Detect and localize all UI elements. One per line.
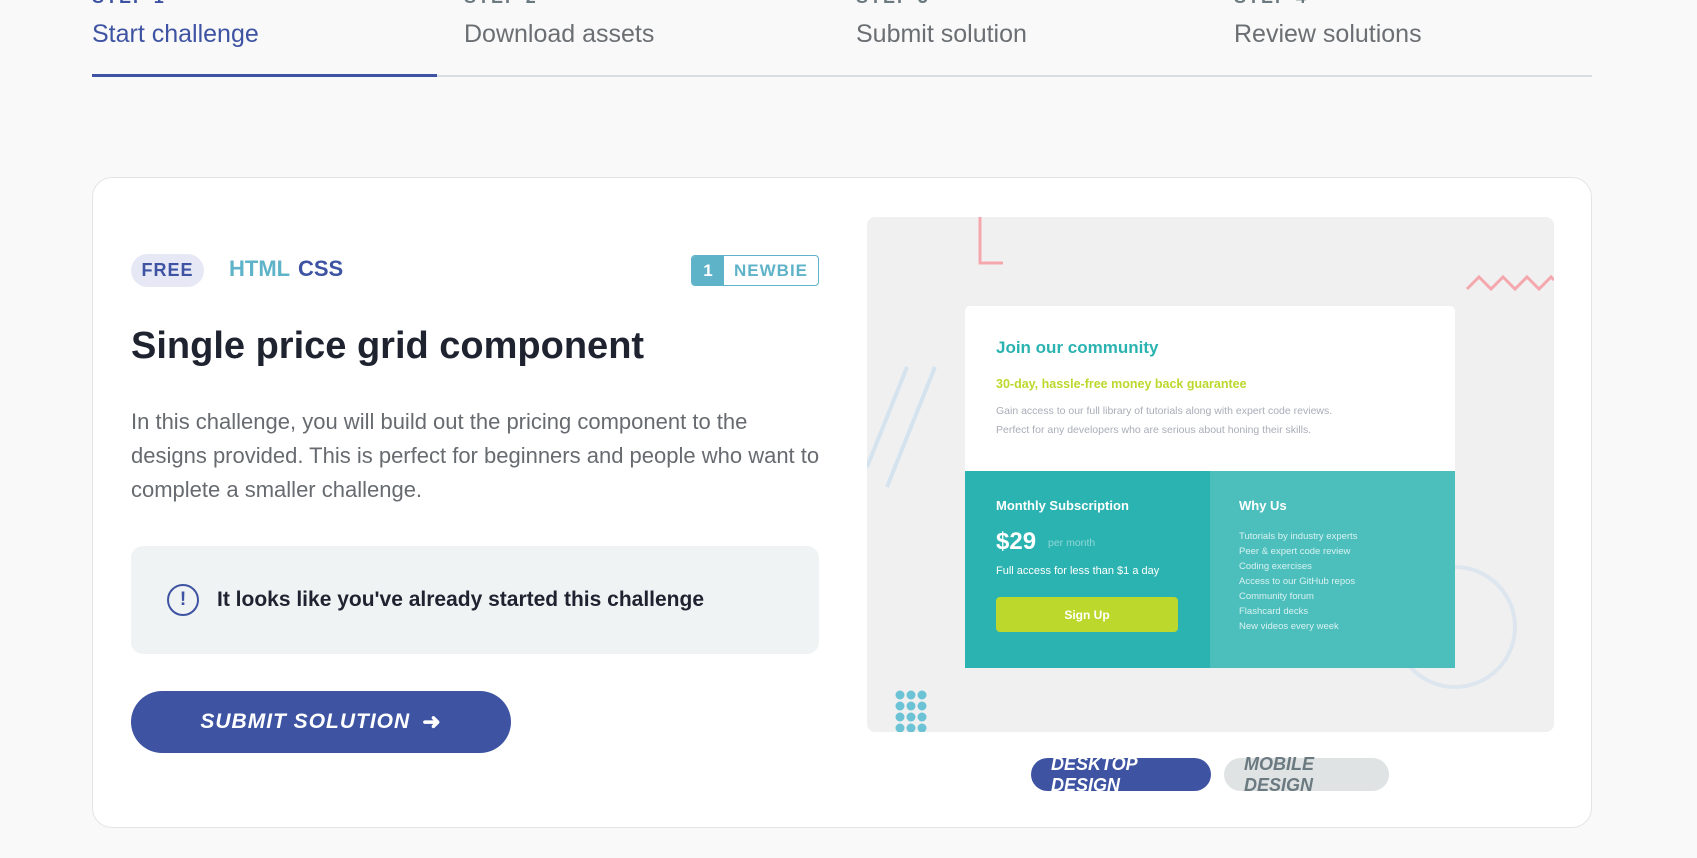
step-label: Submit solution	[856, 20, 1027, 48]
decor-line-pink	[978, 217, 1003, 265]
preview-access: Full access for less than $1 a day	[996, 565, 1160, 577]
submit-label: SUBMIT SOLUTION	[200, 710, 411, 733]
preview-blurb-1: Gain access to our full library of tutor…	[996, 405, 1332, 417]
progress-steps: STEP 1 Start challenge STEP 2 Download a…	[92, 0, 1592, 77]
challenge-title: Single price grid component	[131, 325, 645, 367]
info-icon: !	[167, 584, 199, 616]
lang-tag-css: CSS	[298, 256, 344, 281]
preview-why-item: Coding exercises	[1239, 561, 1312, 572]
preview-why-item: Peer & expert code review	[1239, 546, 1351, 557]
price-tag: FREE	[131, 254, 204, 287]
decor-slash-2	[885, 366, 937, 488]
preview-price: $29	[996, 528, 1036, 555]
started-notice: ! It looks like you've already started t…	[131, 546, 819, 654]
preview-why-item: Community forum	[1239, 591, 1314, 602]
step-number: STEP 2	[464, 0, 538, 8]
preview-blurb-2: Perfect for any developers who are serio…	[996, 424, 1311, 436]
submit-solution-button[interactable]: SUBMIT SOLUTION ➜	[131, 691, 511, 753]
design-preview-image: Join our community 30-day, hassle-free m…	[867, 217, 1554, 732]
lang-tag-html: HTML	[229, 256, 291, 281]
preview-why-item: New videos every week	[1239, 621, 1339, 632]
decor-zigzag	[1465, 274, 1554, 292]
preview-guarantee: 30-day, hassle-free money back guarantee	[996, 377, 1247, 391]
preview-why-item: Tutorials by industry experts	[1239, 531, 1358, 542]
preview-signup-label: Sign Up	[1064, 608, 1109, 622]
difficulty-label: NEWBIE	[734, 260, 808, 280]
preview-why-title: Why Us	[1239, 498, 1287, 513]
step-label: Review solutions	[1234, 20, 1422, 48]
notice-text: It looks like you've already started thi…	[217, 588, 705, 611]
step-number: STEP 1	[92, 0, 166, 8]
challenge-description: In this challenge, you will build out th…	[131, 409, 820, 502]
difficulty-badge: 1 NEWBIE	[691, 255, 819, 286]
preview-heading: Join our community	[996, 338, 1159, 357]
tab-desktop-design[interactable]: DESKTOP DESIGN	[1031, 754, 1211, 795]
design-tabs: DESKTOP DESIGN MOBILE DESIGN	[1031, 754, 1389, 795]
active-step-indicator	[92, 74, 437, 77]
challenge-card: FREE HTML CSS 1 NEWBIE Single price grid…	[92, 177, 1592, 828]
preview-why-item: Access to our GitHub repos	[1239, 576, 1355, 587]
preview-sub-title: Monthly Subscription	[996, 498, 1129, 513]
difficulty-number: 1	[692, 256, 724, 285]
decor-dots	[895, 690, 927, 732]
preview-why-item: Flashcard decks	[1239, 606, 1308, 617]
step-label: Start challenge	[92, 20, 259, 48]
design-preview: Join our community 30-day, hassle-free m…	[867, 217, 1554, 732]
tab-mobile-design[interactable]: MOBILE DESIGN	[1224, 754, 1389, 795]
arrow-right-icon: ➜	[422, 709, 442, 734]
step-label: Download assets	[464, 20, 655, 48]
preview-per-month: per month	[1048, 537, 1095, 549]
step-number: STEP 4	[1234, 0, 1308, 8]
step-number: STEP 3	[856, 0, 930, 8]
